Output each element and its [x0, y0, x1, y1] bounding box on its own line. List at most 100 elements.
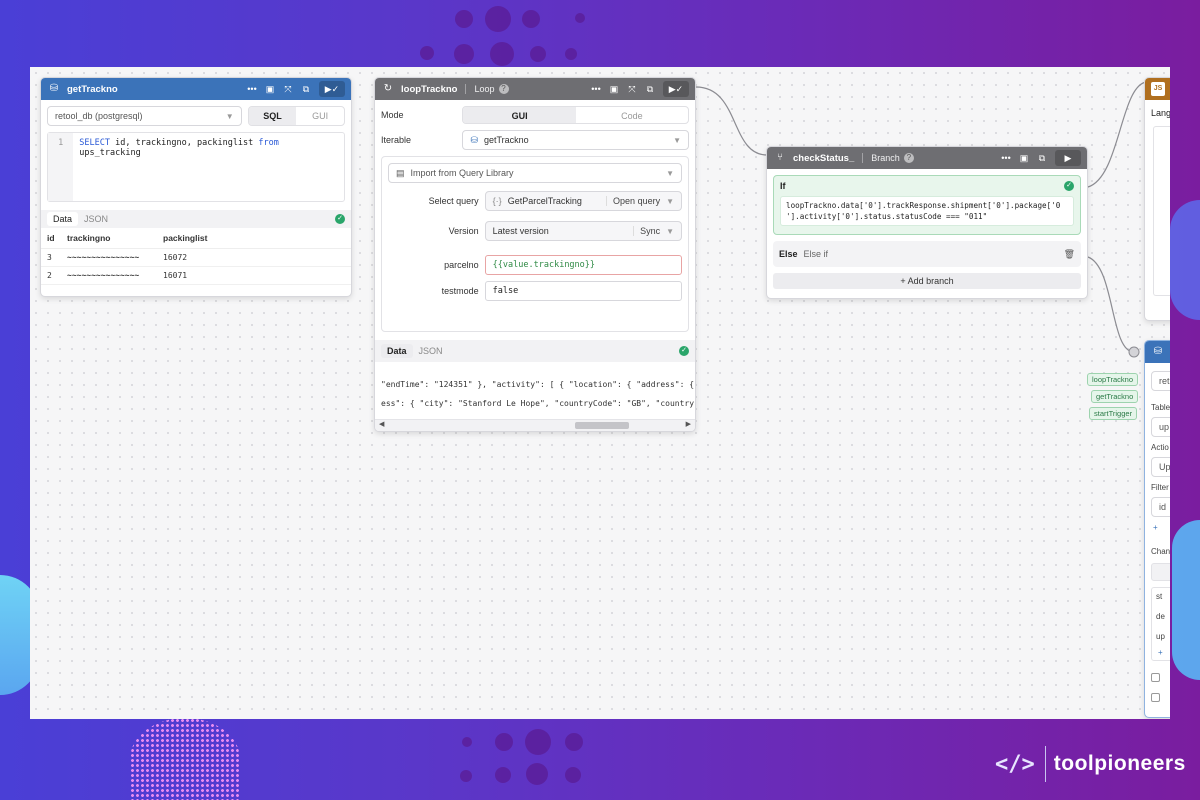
tab-json[interactable]: JSON — [78, 212, 114, 226]
block-loop-trackno[interactable]: ↻ loopTrackno Loop ? ••• ▣ ⤧ ⧉ ▶✓ Mode G… — [374, 77, 696, 432]
changes-toggle[interactable] — [1151, 563, 1170, 581]
action-select[interactable]: Up — [1151, 457, 1170, 477]
mode-toggle[interactable]: GUI Code — [462, 106, 689, 124]
scroll-left-icon[interactable]: ◀ — [379, 420, 384, 428]
trash-icon[interactable]: 🗑 — [1064, 249, 1075, 260]
testmode-input[interactable]: false — [484, 281, 682, 301]
filter-field[interactable]: id — [1151, 497, 1170, 517]
block-title[interactable]: checkStatus_ — [793, 153, 854, 164]
change-row[interactable]: st — [1156, 592, 1162, 601]
save-icon[interactable]: ▣ — [261, 84, 279, 95]
sql-columns: id, trackingno, packinglist — [110, 138, 259, 148]
collapse-icon[interactable]: ⤧ — [623, 84, 641, 95]
help-icon[interactable]: ? — [498, 84, 509, 94]
block-header[interactable]: ⛁ — [1145, 341, 1170, 363]
decor-blob-right-2 — [1172, 520, 1200, 680]
else-if-button[interactable]: Else if — [804, 249, 829, 259]
mode-code[interactable]: Code — [576, 107, 688, 123]
block-get-trackno[interactable]: ⛁ getTrackno ••• ▣ ⤧ ⧉ ▶✓ retool_db (pos… — [40, 77, 352, 297]
parcelno-input[interactable]: {{value.trackingno}} — [484, 255, 682, 275]
save-icon[interactable]: ▣ — [1015, 153, 1033, 164]
workflow-canvas[interactable]: ⛁ getTrackno ••• ▣ ⤧ ⧉ ▶✓ retool_db (pos… — [30, 67, 1170, 719]
version-label: Version — [448, 226, 479, 236]
library-icon: ▤ — [396, 167, 405, 178]
block-header[interactable]: JS — [1145, 78, 1170, 100]
decor-blob-pink — [130, 718, 240, 800]
table-select[interactable]: up — [1151, 417, 1170, 437]
resource-select[interactable]: retool_db (postgresql) ▼ — [47, 106, 242, 126]
result-tabs: Data JSON ✓ — [41, 210, 351, 228]
block-check-status[interactable]: ⑂ checkStatus_ Branch ? ••• ▣ ⧉ ▶ If ✓ l… — [766, 146, 1088, 299]
mode-label: Mode — [381, 110, 404, 120]
change-row[interactable]: up — [1156, 632, 1165, 641]
code-icon: </> — [995, 751, 1035, 777]
horizontal-scrollbar[interactable]: ◀ ▶ — [375, 419, 695, 431]
run-button[interactable]: ▶ — [1055, 150, 1081, 166]
copy-icon[interactable]: ⧉ — [1033, 153, 1051, 164]
tab-data[interactable]: Data — [381, 344, 413, 358]
filter-label: Filter — [1151, 483, 1169, 492]
block-js-code[interactable]: JS Lang — [1144, 77, 1170, 321]
block-title[interactable]: getTrackno — [67, 84, 118, 95]
mode-sql[interactable]: SQL — [248, 107, 297, 125]
sql-editor[interactable]: 1 SELECT id, trackingno, packinglist fro… — [47, 132, 345, 202]
success-icon: ✓ — [335, 214, 345, 224]
plus-icon: + — [900, 276, 908, 286]
js-icon: JS — [1151, 82, 1165, 96]
plus-icon[interactable]: + — [1158, 648, 1163, 657]
add-branch-button[interactable]: + Add branch — [773, 273, 1081, 289]
else-label: Else — [779, 249, 798, 259]
if-branch[interactable]: If ✓ loopTrackno.data['0'].trackResponse… — [773, 175, 1081, 235]
condition-editor[interactable]: loopTrackno.data['0'].trackResponse.ship… — [780, 196, 1074, 226]
chevron-down-icon: ▼ — [666, 168, 674, 178]
collapse-icon[interactable]: ⤧ — [279, 84, 297, 95]
more-icon[interactable]: ••• — [243, 84, 261, 94]
checkbox[interactable] — [1151, 693, 1160, 702]
sql-keyword-from: from — [258, 138, 279, 148]
table-row[interactable]: 3 ~~~~~~~~~~~~~~~ 16072 — [41, 248, 351, 267]
mode-gui[interactable]: GUI — [296, 107, 344, 125]
tab-data[interactable]: Data — [47, 212, 79, 226]
run-button[interactable]: ▶✓ — [663, 81, 689, 97]
reference-pill[interactable]: loopTrackno — [1087, 373, 1138, 386]
block-header[interactable]: ↻ loopTrackno Loop ? ••• ▣ ⤧ ⧉ ▶✓ — [375, 78, 695, 100]
else-branch[interactable]: Else Else if 🗑 — [773, 241, 1081, 267]
iterable-select[interactable]: ⛁ getTrackno ▼ — [462, 130, 689, 150]
copy-icon[interactable]: ⧉ — [641, 84, 659, 95]
tab-json[interactable]: JSON — [413, 344, 449, 358]
more-icon[interactable]: ••• — [587, 84, 605, 94]
mode-gui[interactable]: GUI — [463, 107, 576, 123]
sync-button[interactable]: Sync — [633, 226, 660, 236]
reference-pill[interactable]: startTrigger — [1089, 407, 1138, 420]
block-db-update[interactable]: ⛁ ret Table up Actio Up Filter id + Chan… — [1144, 340, 1170, 718]
checkbox[interactable] — [1151, 673, 1160, 682]
reference-pill[interactable]: getTrackno — [1091, 390, 1139, 403]
select-query-value: GetParcelTracking — [507, 196, 582, 206]
json-line: "endTime": "124351" }, "activity": [ { "… — [381, 380, 695, 389]
table-row[interactable]: 2 ~~~~~~~~~~~~~~~ 16071 — [41, 266, 351, 285]
block-header[interactable]: ⛁ getTrackno ••• ▣ ⤧ ⧉ ▶✓ — [41, 78, 351, 100]
cell-packinglist: 16072 — [157, 248, 351, 267]
mode-toggle[interactable]: SQL GUI — [247, 106, 345, 126]
scrollbar-thumb[interactable] — [575, 422, 629, 429]
query-library-panel: ▤ Import from Query Library ▼ Select que… — [381, 156, 689, 332]
code-editor[interactable] — [1153, 126, 1170, 296]
block-title[interactable]: loopTrackno — [401, 84, 457, 95]
chevron-down-icon: ▼ — [666, 196, 674, 206]
iterable-value: getTrackno — [483, 135, 529, 145]
block-header[interactable]: ⑂ checkStatus_ Branch ? ••• ▣ ⧉ ▶ — [767, 147, 1087, 169]
change-row[interactable]: de — [1156, 612, 1165, 621]
copy-icon[interactable]: ⧉ — [297, 84, 315, 95]
run-button[interactable]: ▶✓ — [319, 81, 345, 97]
select-query-field[interactable]: {·} GetParcelTracking Open query ▼ — [484, 191, 682, 211]
plus-icon[interactable]: + — [1153, 523, 1158, 532]
open-query-button[interactable]: Open query — [606, 196, 660, 206]
import-query-library-select[interactable]: ▤ Import from Query Library ▼ — [388, 163, 682, 183]
condition-line: loopTrackno.data['0'].trackResponse.ship… — [786, 201, 1061, 210]
help-icon[interactable]: ? — [903, 153, 914, 163]
save-icon[interactable]: ▣ — [605, 84, 623, 95]
scroll-right-icon[interactable]: ▶ — [686, 420, 691, 428]
version-select[interactable]: Latest version Sync ▼ — [484, 221, 682, 241]
more-icon[interactable]: ••• — [997, 153, 1015, 163]
resource-select[interactable]: ret — [1151, 371, 1170, 391]
